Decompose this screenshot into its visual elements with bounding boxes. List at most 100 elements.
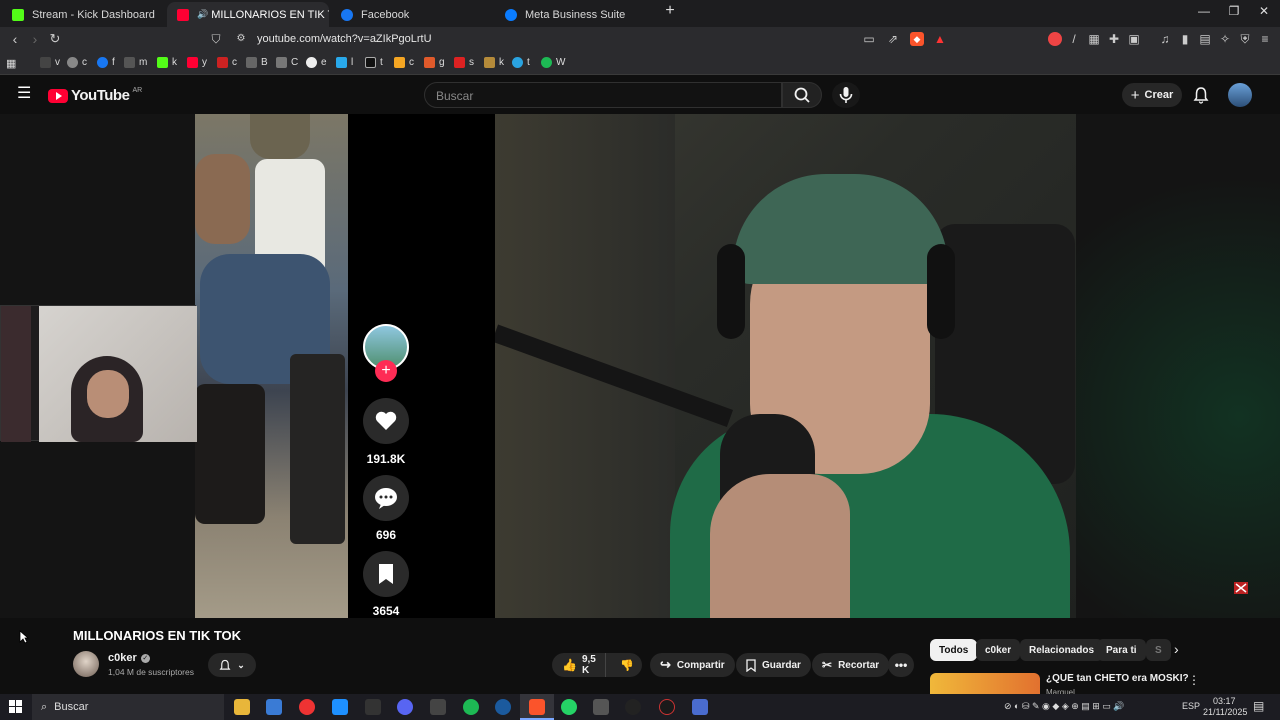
chip-more[interactable]: S xyxy=(1146,639,1171,661)
site-settings-icon[interactable]: ⚙ xyxy=(234,32,248,46)
bookmark-item[interactable]: g xyxy=(424,57,445,68)
clip-button[interactable]: ✂ Recortar xyxy=(812,653,890,677)
chip-channel[interactable]: c0ker xyxy=(976,639,1021,661)
bookmark-item[interactable]: B xyxy=(246,57,268,68)
bookmark-item[interactable]: f xyxy=(97,57,115,68)
forward-button[interactable]: › xyxy=(26,31,44,47)
extensions-puzzle-icon[interactable]: ✚ xyxy=(1107,32,1121,46)
brave-shields-icon[interactable]: ◆ xyxy=(910,32,924,46)
channel-name-row[interactable]: c0ker ✓ xyxy=(108,652,150,664)
sidebar-icon[interactable]: ▮ xyxy=(1178,32,1192,46)
capcut-icon[interactable] xyxy=(430,699,446,715)
file-explorer-icon[interactable] xyxy=(234,699,250,715)
bookmark-item[interactable]: y xyxy=(187,57,207,68)
clock-date[interactable]: 21/11/2025 xyxy=(1203,707,1247,717)
minimize-button[interactable]: — xyxy=(1189,4,1219,18)
screenshot-icon[interactable]: ▣ xyxy=(1127,32,1141,46)
channel-name[interactable]: c0ker xyxy=(108,652,137,664)
chip-todos[interactable]: Todos xyxy=(930,639,978,661)
bookmark-item[interactable]: W xyxy=(541,57,565,68)
bookmark-item[interactable]: l xyxy=(336,57,353,68)
bookmark-icon[interactable]: ⛉ xyxy=(209,32,223,46)
video-player[interactable]: + 191.8K 696 3654 xyxy=(0,114,1280,618)
restore-button[interactable]: ❐ xyxy=(1219,4,1249,18)
bookmark-item[interactable]: c xyxy=(217,57,237,68)
reload-button[interactable]: ↻ xyxy=(46,31,64,47)
notification-center-icon[interactable]: ▤ xyxy=(1253,699,1264,713)
steam-icon[interactable] xyxy=(495,699,511,715)
epic-games-icon[interactable] xyxy=(365,699,381,715)
bookmark-item[interactable]: v xyxy=(40,57,60,68)
new-tab-button[interactable]: + xyxy=(655,2,685,20)
search-input[interactable]: Buscar xyxy=(424,82,782,108)
extension-slash-icon[interactable]: / xyxy=(1067,32,1081,46)
obs-icon[interactable] xyxy=(625,699,641,715)
tab-kick-dashboard[interactable]: Stream - Kick Dashboard xyxy=(2,2,166,27)
extension-icon-2[interactable]: ▦ xyxy=(1087,32,1101,46)
bookmark-item[interactable]: t xyxy=(365,57,383,68)
youtube-logo[interactable]: YouTube AR xyxy=(48,87,142,104)
tab-meta-business[interactable]: Meta Business Suite xyxy=(495,2,659,27)
media-icon[interactable]: ♫ xyxy=(1158,32,1172,46)
extension-icon[interactable] xyxy=(1048,32,1062,46)
bookmark-item[interactable]: c xyxy=(394,57,414,68)
related-more-icon[interactable]: ⋮ xyxy=(1188,673,1200,687)
tab-facebook[interactable]: Facebook xyxy=(331,2,495,27)
more-actions-button[interactable]: ••• xyxy=(888,653,914,677)
bookmarks-bar: ▦ v c f m k y c B C e l t c g s k t W xyxy=(0,53,1280,75)
back-button[interactable]: ‹ xyxy=(6,31,24,47)
brave-rewards-icon[interactable]: ▲ xyxy=(933,32,947,46)
voice-search-button[interactable] xyxy=(832,82,860,108)
bookmark-item[interactable]: e xyxy=(306,57,327,68)
account-avatar[interactable] xyxy=(1228,83,1252,107)
chip-for-you[interactable]: Para ti xyxy=(1097,639,1146,661)
language-indicator[interactable]: ESP xyxy=(1182,701,1200,711)
apps-icon[interactable]: ▦ xyxy=(6,57,16,70)
related-thumbnail[interactable] xyxy=(930,673,1040,694)
chip-related[interactable]: Relacionados xyxy=(1020,639,1104,661)
tab-youtube-active[interactable]: 🔊 MILLONARIOS EN TIK TOK - Y ✕ xyxy=(167,2,329,27)
chevron-right-icon[interactable]: › xyxy=(1174,641,1179,657)
bookmark-item[interactable]: c xyxy=(67,57,87,68)
windows-start-icon[interactable] xyxy=(9,700,22,718)
chrome-icon[interactable] xyxy=(299,699,315,715)
bookmark-item[interactable]: m xyxy=(124,57,147,68)
search-button[interactable] xyxy=(782,82,822,108)
unity-icon[interactable] xyxy=(593,699,609,715)
hamburger-menu-icon[interactable]: ☰ xyxy=(17,86,31,102)
bookmark-item[interactable]: t xyxy=(512,57,530,68)
save-button[interactable]: Guardar xyxy=(736,653,811,677)
discord-icon[interactable] xyxy=(397,699,413,715)
menu-icon[interactable]: ≡ xyxy=(1258,32,1272,46)
tray-icons[interactable]: ⊘ ◐ ⛁ ✎ ◉ ◆ ◈ ⊕ ▤ ⊞ ▭ 🔊 xyxy=(1004,701,1125,712)
audio-playing-icon[interactable]: 🔊 xyxy=(197,9,208,20)
bookmark-item[interactable]: k xyxy=(484,57,504,68)
close-window-button[interactable]: ✕ xyxy=(1249,4,1279,18)
channel-avatar[interactable] xyxy=(73,651,99,677)
vpn-icon[interactable]: ⛨ xyxy=(1238,32,1252,46)
edge-icon[interactable] xyxy=(332,699,348,715)
calculator-icon[interactable] xyxy=(692,699,708,715)
share-icon[interactable]: ⇗ xyxy=(886,32,900,46)
whatsapp-icon[interactable] xyxy=(561,699,577,715)
bookmark-item[interactable]: C xyxy=(276,57,298,68)
spotify-icon[interactable] xyxy=(463,699,479,715)
cast-icon[interactable]: ▭ xyxy=(862,32,876,46)
store-icon[interactable] xyxy=(266,699,282,715)
bookmark-item[interactable]: s xyxy=(454,57,474,68)
wallet-icon[interactable]: ▤ xyxy=(1198,32,1212,46)
subscribed-notifications-button[interactable]: ⌄ xyxy=(208,653,256,677)
app-icon[interactable] xyxy=(659,699,675,715)
related-video-title[interactable]: ¿QUE tan CHETO era MOSKI? xyxy=(1046,673,1189,684)
dislike-button[interactable]: 👎 xyxy=(612,659,642,672)
taskbar-search-box[interactable]: ⌕ Buscar xyxy=(32,694,224,720)
taskbar-brave-active[interactable] xyxy=(520,694,554,720)
clock-time[interactable]: 03:17 xyxy=(1213,696,1236,706)
share-button[interactable]: ↪ Compartir xyxy=(650,653,735,677)
notifications-icon[interactable] xyxy=(1193,86,1209,109)
create-button[interactable]: + Crear xyxy=(1122,83,1182,107)
leo-ai-icon[interactable]: ✧ xyxy=(1218,32,1232,46)
address-bar[interactable]: ⚙ youtube.com/watch?v=aZIkPgoLrtU xyxy=(230,30,960,50)
like-button[interactable]: 👍 9,5 K xyxy=(552,653,607,677)
bookmark-item[interactable]: k xyxy=(157,57,177,68)
